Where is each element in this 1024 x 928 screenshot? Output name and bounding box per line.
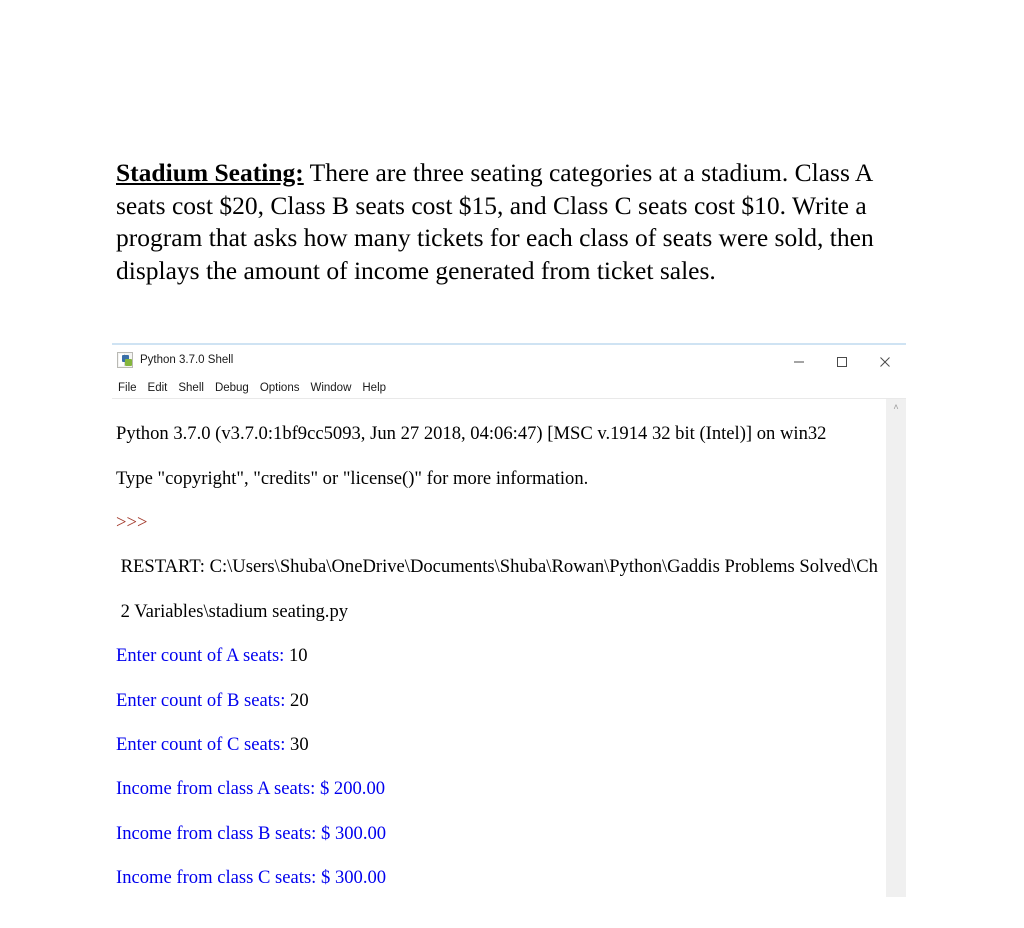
title-bar-left-group: Python 3.7.0 Shell	[117, 352, 233, 368]
input-value-c: 30	[290, 734, 309, 756]
input-prompt-a: Enter count of A seats:	[116, 645, 289, 667]
close-icon[interactable]	[863, 345, 906, 378]
shell-text-content: Python 3.7.0 (v3.7.0:1bf9cc5093, Jun 27 …	[116, 401, 880, 897]
exercise-lead-label: Stadium Seating:	[116, 158, 304, 187]
input-value-b: 20	[290, 689, 309, 711]
menu-item-options[interactable]: Options	[260, 382, 300, 394]
exercise-prompt: Stadium Seating: There are three seating…	[116, 157, 906, 287]
result-income-a: Income from class A seats: $ 200.00	[116, 778, 386, 800]
shell-line-result-b: Income from class B seats: $ 300.00	[116, 823, 880, 845]
exercise-paragraph: Stadium Seating: There are three seating…	[116, 157, 906, 287]
menu-bar: File Edit Shell Debug Options Window Hel…	[112, 378, 906, 399]
shell-output-area[interactable]: Python 3.7.0 (v3.7.0:1bf9cc5093, Jun 27 …	[112, 399, 906, 897]
minimize-icon[interactable]	[777, 345, 820, 378]
shell-line-input-c: Enter count of C seats: 30	[116, 734, 880, 756]
banner-line-1: Python 3.7.0 (v3.7.0:1bf9cc5093, Jun 27 …	[116, 423, 827, 445]
vertical-scrollbar[interactable]: ˄	[885, 399, 906, 897]
menu-item-file[interactable]: File	[118, 382, 137, 394]
scroll-up-arrow-icon[interactable]: ˄	[886, 402, 906, 412]
restart-line-1: RESTART: C:\Users\Shuba\OneDrive\Documen…	[116, 556, 878, 578]
maximize-icon[interactable]	[820, 345, 863, 378]
shell-line-input-a: Enter count of A seats: 10	[116, 645, 880, 667]
window-title: Python 3.7.0 Shell	[140, 354, 234, 366]
shell-prompt: >>>	[116, 512, 148, 534]
shell-line-result-c: Income from class C seats: $ 300.00	[116, 867, 880, 889]
idle-python-icon	[117, 352, 133, 368]
shell-line-input-b: Enter count of B seats: 20	[116, 690, 880, 712]
shell-line-restart-2: 2 Variables\stadium seating.py	[116, 601, 880, 623]
python-shell-window: Python 3.7.0 Shell File Edit Shell Debug…	[112, 343, 906, 898]
restart-line-2: 2 Variables\stadium seating.py	[116, 600, 349, 622]
shell-line-result-a: Income from class A seats: $ 200.00	[116, 778, 880, 800]
window-title-bar: Python 3.7.0 Shell	[112, 345, 906, 378]
input-value-a: 10	[289, 645, 308, 667]
banner-line-2: Type "copyright", "credits" or "license(…	[116, 467, 589, 489]
menu-item-edit[interactable]: Edit	[148, 382, 168, 394]
shell-line-prompt-1: >>>	[116, 512, 880, 534]
menu-item-window[interactable]: Window	[310, 382, 351, 394]
shell-line-restart-1: RESTART: C:\Users\Shuba\OneDrive\Documen…	[116, 556, 880, 578]
shell-line-banner-1: Python 3.7.0 (v3.7.0:1bf9cc5093, Jun 27 …	[116, 423, 880, 445]
shell-line-banner-2: Type "copyright", "credits" or "license(…	[116, 468, 880, 490]
result-income-c: Income from class C seats: $ 300.00	[116, 867, 387, 889]
input-prompt-c: Enter count of C seats:	[116, 734, 291, 756]
window-controls	[777, 345, 906, 378]
menu-item-shell[interactable]: Shell	[178, 382, 204, 394]
menu-item-debug[interactable]: Debug	[215, 382, 249, 394]
menu-item-help[interactable]: Help	[362, 382, 386, 394]
result-income-b: Income from class B seats: $ 300.00	[116, 822, 387, 844]
input-prompt-b: Enter count of B seats:	[116, 689, 291, 711]
